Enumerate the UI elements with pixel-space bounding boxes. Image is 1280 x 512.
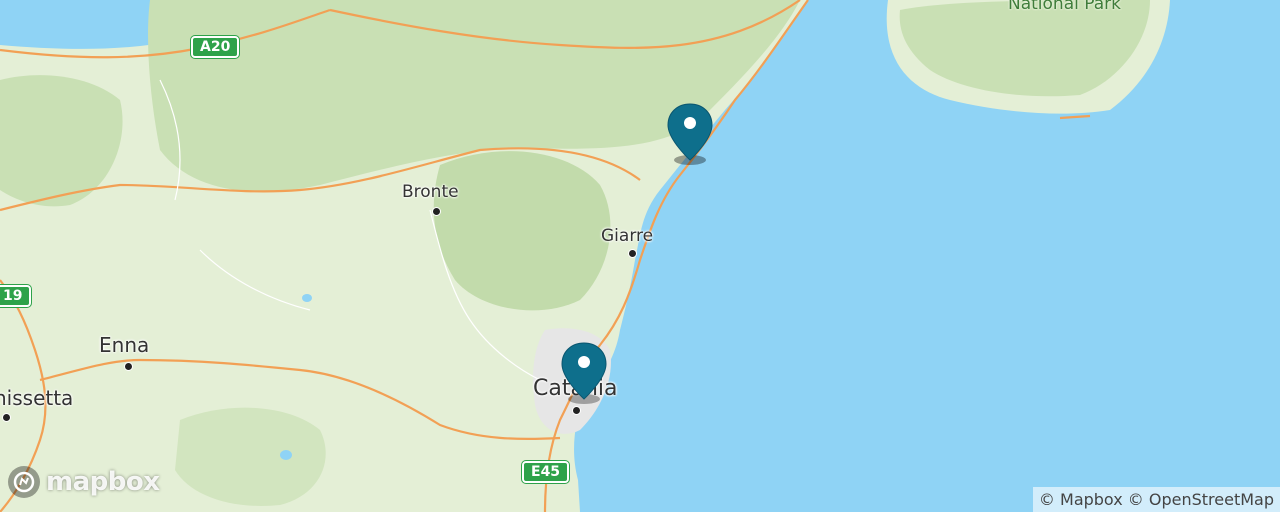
road-shield-e45: E45 [522,461,570,483]
place-label-enna: Enna [99,333,150,357]
mapbox-logo-text: mapbox [46,467,160,497]
place-label-caltanissetta: nissetta [0,386,74,410]
town-dot [628,249,637,258]
attribution-bar: © Mapbox © OpenStreetMap [1032,487,1280,512]
road-shield-a20: A20 [191,36,240,58]
map-canvas[interactable]: National Park Bronte Giarre Enna Catania… [0,0,1280,512]
place-label-bronte: Bronte [402,182,459,202]
mapbox-logo-icon [8,466,40,498]
mapbox-logo[interactable]: mapbox [8,466,160,498]
town-dot [124,362,133,371]
road-shield-a19: 19 [0,285,32,307]
park-label: National Park [1008,0,1121,14]
town-dot [2,413,11,422]
map-marker-north[interactable] [664,102,716,166]
attribution-mapbox-link[interactable]: © Mapbox [1039,490,1123,509]
town-dot [432,207,441,216]
map-marker-catania[interactable] [558,341,610,405]
attribution-osm-link[interactable]: © OpenStreetMap [1128,490,1274,509]
town-dot [572,406,581,415]
place-label-giarre: Giarre [601,226,654,246]
map-base-layer [0,0,1280,512]
